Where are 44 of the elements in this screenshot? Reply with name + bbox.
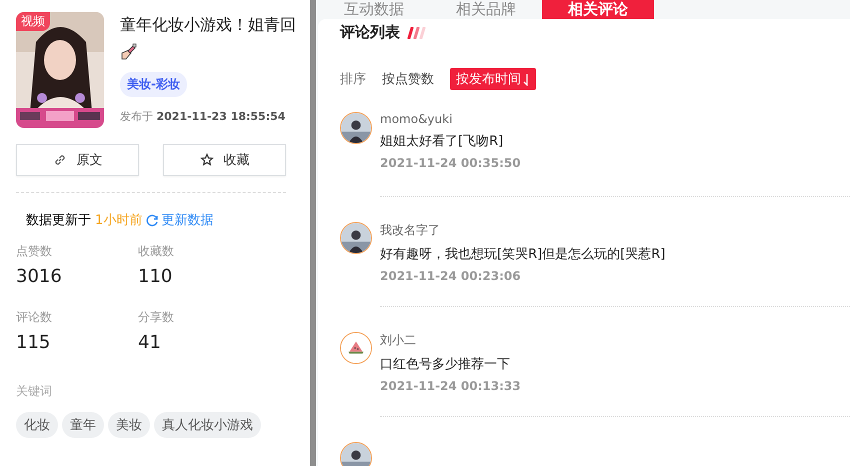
stat-value: 110 <box>138 266 174 287</box>
comment-time: 2021-11-24 00:23:06 <box>380 269 522 283</box>
comment-time: 2021-11-24 00:35:50 <box>380 156 522 170</box>
stat-label: 点赞数 <box>16 243 53 260</box>
update-time: 1小时前 <box>95 212 142 229</box>
stat-label: 收藏数 <box>138 243 175 260</box>
keyword-tag[interactable]: 美妆 <box>108 412 150 438</box>
source-button[interactable]: 原文 <box>16 144 139 176</box>
commenter-name: momo&yuki <box>380 112 454 126</box>
tab[interactable]: 相关评论 <box>542 0 654 19</box>
stat-value: 41 <box>138 332 162 353</box>
sort-label: 排序 <box>340 71 366 88</box>
nail-polish-icon <box>120 42 138 61</box>
update-label: 数据更新于 <box>26 212 91 229</box>
stat-label: 评论数 <box>16 309 53 326</box>
tab[interactable]: 相关品牌 <box>430 0 542 19</box>
comment-text: 姐姐太好看了[飞吻R] <box>380 133 504 150</box>
stat-label: 分享数 <box>138 309 175 326</box>
stat-value: 115 <box>16 332 52 353</box>
refresh-link[interactable]: 更新数据 <box>146 211 214 229</box>
comment-text: 好有趣呀，我也想玩[笑哭R]但是怎么玩的[哭惹R] <box>380 246 666 263</box>
video-badge: 视频 <box>16 12 50 31</box>
link-icon <box>52 153 66 167</box>
favorite-button[interactable]: 收藏 <box>163 144 286 176</box>
publish-date: 发布于 2021-11-23 18:55:54 <box>120 109 286 124</box>
stat-value: 3016 <box>16 266 63 287</box>
commenter-name: 刘小二 <box>380 332 417 349</box>
keyword-tag[interactable]: 化妆 <box>16 412 58 438</box>
watermelon-icon <box>341 333 371 363</box>
sort-option[interactable]: 按点赞数 <box>376 68 440 90</box>
comment-text: 口红色号多少推荐一下 <box>380 356 511 373</box>
tab[interactable]: 互动数据 <box>318 0 430 19</box>
stripes-icon <box>406 26 426 38</box>
star-icon <box>200 153 214 167</box>
refresh-icon <box>146 214 160 226</box>
post-title: 童年化妆小游戏！姐青回 <box>120 12 302 64</box>
keyword-tag[interactable]: 真人化妆小游戏 <box>154 412 261 438</box>
section-title: 评论列表 <box>340 23 400 42</box>
category-tag: 美妆-彩妆 <box>120 72 187 97</box>
keywords-label: 关键词 <box>16 383 53 400</box>
sort-option[interactable]: 按发布时间 <box>450 68 536 90</box>
comment-time: 2021-11-24 00:13:33 <box>380 379 522 393</box>
commenter-name: 我改名字了 <box>380 222 441 239</box>
keyword-tag[interactable]: 童年 <box>62 412 104 438</box>
